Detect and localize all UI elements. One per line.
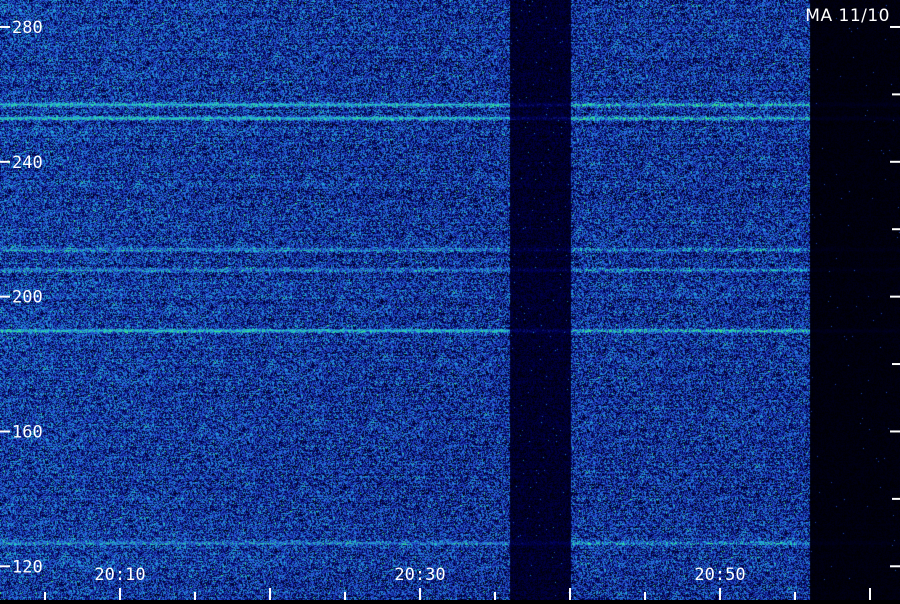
- data-gap-1: [810, 0, 900, 600]
- x-tick-label: 20:30: [394, 565, 445, 585]
- y-tick-label: 280: [12, 18, 43, 38]
- y-tick-label: 120: [12, 557, 43, 577]
- y-tick-label: 200: [12, 288, 43, 308]
- x-tick-label: 20:50: [694, 565, 745, 585]
- spectrogram-svg: 120 160 200 240 280 20:10 20:30 20:50: [0, 0, 900, 600]
- data-gap-0: [510, 0, 570, 600]
- spectrogram-noise: [0, 0, 900, 600]
- y-tick-label: 240: [12, 153, 43, 173]
- y-tick-label: 160: [12, 422, 43, 442]
- x-tick-label: 20:10: [94, 565, 145, 585]
- spectrogram-image: [0, 0, 900, 600]
- chart-title: MA 11/10: [805, 6, 890, 26]
- spectrogram-chart: 120 160 200 240 280 20:10 20:30 20:50: [0, 0, 900, 600]
